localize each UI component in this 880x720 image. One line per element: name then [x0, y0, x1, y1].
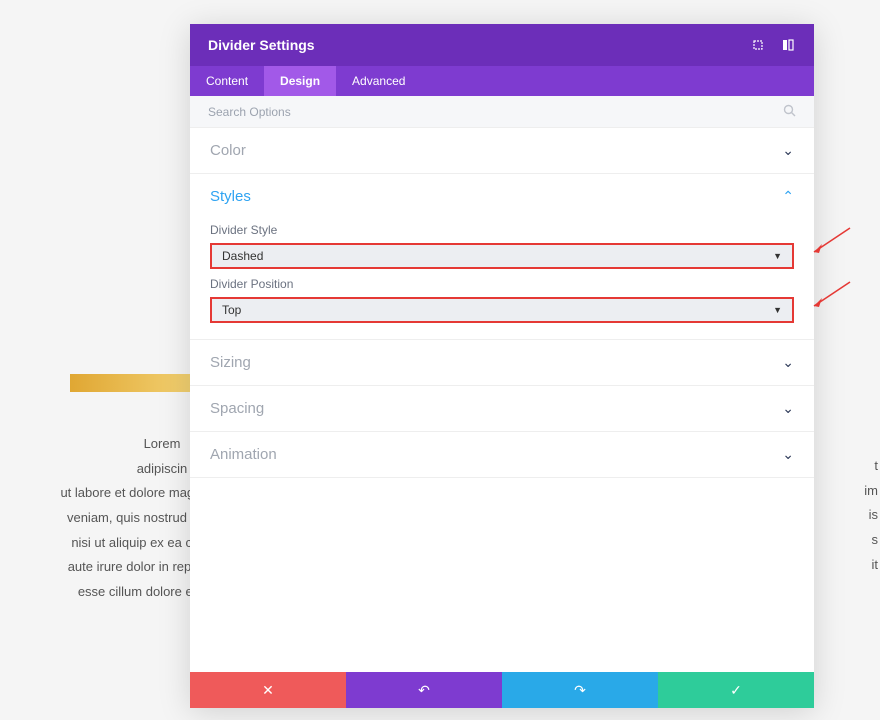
- section-spacing-title: Spacing: [210, 400, 264, 417]
- search-placeholder: Search Options: [208, 105, 291, 119]
- check-icon: ✓: [730, 682, 742, 699]
- panel-footer: ✕ ↶ ↷ ✓: [190, 672, 814, 708]
- expand-icon[interactable]: [750, 37, 766, 53]
- dropdown-arrow-icon: ▼: [773, 305, 782, 315]
- bg-right-snip: t im is s it: [818, 454, 878, 577]
- chevron-down-icon: ⌄: [782, 446, 794, 463]
- panel-title: Divider Settings: [208, 37, 315, 53]
- bg-divider-bar: [70, 374, 190, 392]
- undo-button[interactable]: ↶: [346, 672, 502, 708]
- undo-icon: ↶: [418, 682, 430, 699]
- redo-button[interactable]: ↷: [502, 672, 658, 708]
- dropdown-arrow-icon: ▼: [773, 251, 782, 261]
- section-styles[interactable]: Styles ⌃: [190, 174, 814, 211]
- divider-position-label: Divider Position: [210, 277, 794, 291]
- divider-style-value: Dashed: [222, 249, 263, 263]
- tab-design[interactable]: Design: [264, 66, 336, 96]
- header-icons: [750, 37, 796, 53]
- section-animation-title: Animation: [210, 446, 277, 463]
- divider-style-label: Divider Style: [210, 223, 794, 237]
- search-options[interactable]: Search Options: [190, 96, 814, 128]
- chevron-up-icon: ⌃: [782, 188, 794, 205]
- tab-advanced[interactable]: Advanced: [336, 66, 421, 96]
- snap-icon[interactable]: [780, 37, 796, 53]
- section-sizing[interactable]: Sizing ⌄: [190, 340, 814, 386]
- annotation-arrow-2: [810, 280, 852, 310]
- section-spacing[interactable]: Spacing ⌄: [190, 386, 814, 432]
- section-animation[interactable]: Animation ⌄: [190, 432, 814, 478]
- chevron-down-icon: ⌄: [782, 354, 794, 371]
- section-styles-body: Divider Style Dashed ▼ Divider Position …: [190, 211, 814, 340]
- divider-style-select[interactable]: Dashed ▼: [210, 243, 794, 269]
- annotation-arrow-1: [810, 226, 852, 256]
- section-sizing-title: Sizing: [210, 354, 251, 371]
- tabs: Content Design Advanced: [190, 66, 814, 96]
- section-color-title: Color: [210, 142, 246, 159]
- redo-icon: ↷: [574, 682, 586, 699]
- section-styles-title: Styles: [210, 188, 251, 205]
- cancel-button[interactable]: ✕: [190, 672, 346, 708]
- divider-position-value: Top: [222, 303, 241, 317]
- search-icon: [783, 104, 796, 120]
- tab-content[interactable]: Content: [190, 66, 264, 96]
- chevron-down-icon: ⌄: [782, 142, 794, 159]
- save-button[interactable]: ✓: [658, 672, 814, 708]
- close-icon: ✕: [262, 682, 274, 699]
- panel-header: Divider Settings: [190, 24, 814, 66]
- divider-position-select[interactable]: Top ▼: [210, 297, 794, 323]
- divider-settings-panel: Divider Settings Content Design Advanced…: [190, 24, 814, 708]
- section-color[interactable]: Color ⌄: [190, 128, 814, 174]
- chevron-down-icon: ⌄: [782, 400, 794, 417]
